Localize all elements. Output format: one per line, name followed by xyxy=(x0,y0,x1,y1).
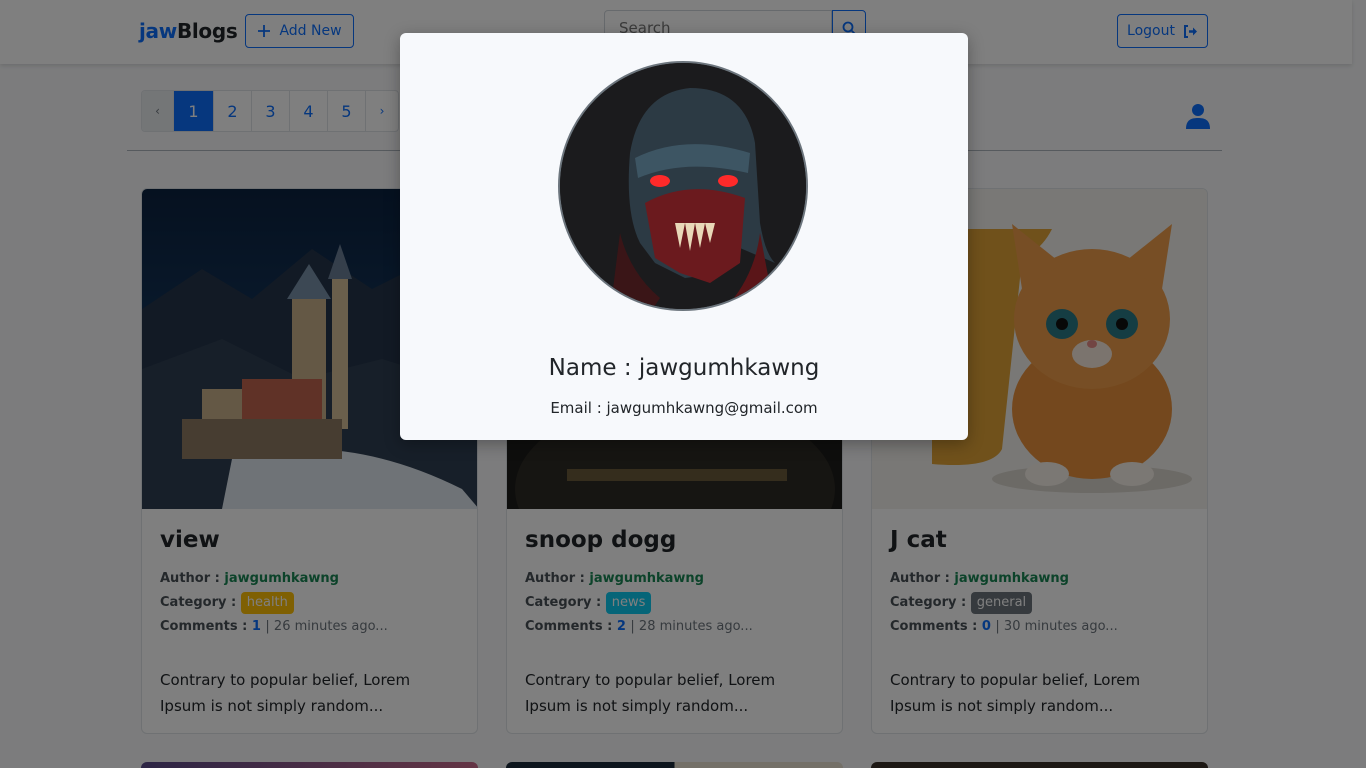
profile-name: Name : jawgumhkawng xyxy=(548,355,820,381)
profile-avatar xyxy=(558,61,808,311)
profile-modal: Name : jawgumhkawng Email : jawgumhkawng… xyxy=(400,33,968,440)
profile-email: Email : jawgumhkawng@gmail.com xyxy=(550,399,818,417)
